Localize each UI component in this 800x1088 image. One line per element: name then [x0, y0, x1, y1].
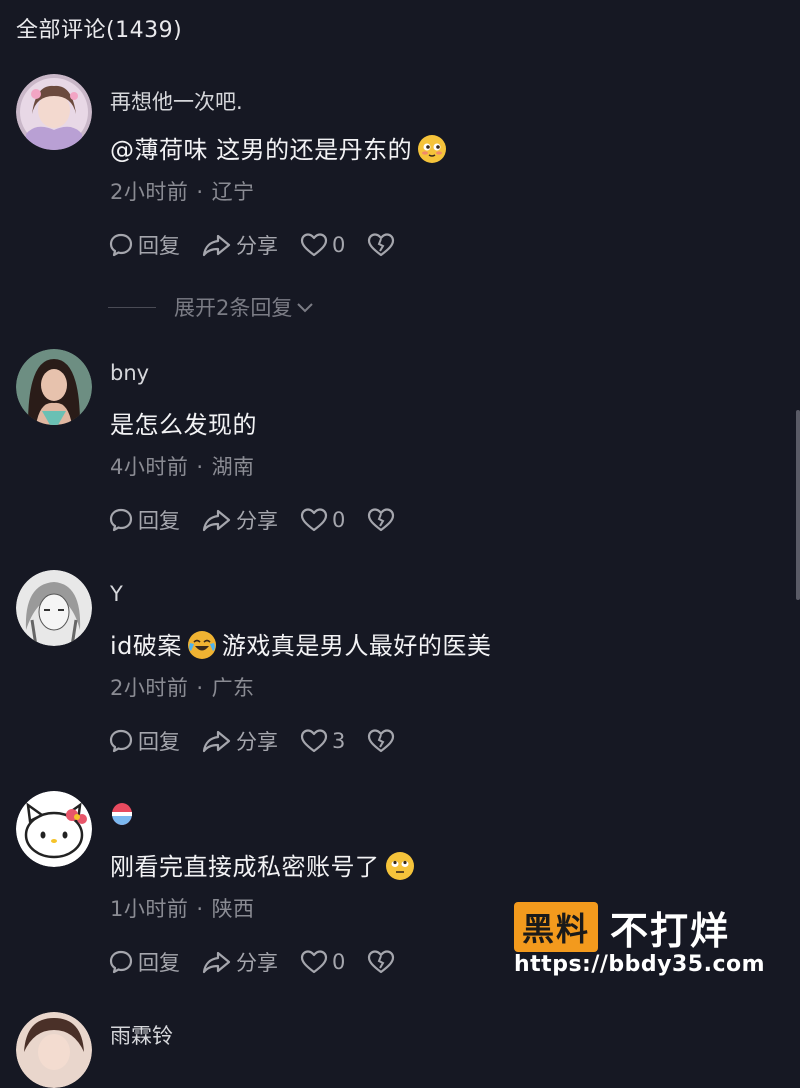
dislike-button[interactable]	[367, 949, 395, 975]
share-icon	[202, 730, 231, 753]
watermark: 黑料 不打烊 https://bbdy35.com	[510, 898, 770, 990]
laugh-cry-emoji	[187, 631, 216, 659]
meta-separator: ·	[196, 676, 204, 700]
pill-emoji	[112, 803, 132, 825]
username[interactable]: 雨霖铃	[110, 1020, 173, 1050]
username[interactable]: 再想他一次吧.	[110, 86, 243, 116]
username[interactable]: Y	[110, 582, 123, 606]
heart-icon	[300, 950, 328, 974]
comment-time: 4小时前	[110, 455, 189, 479]
share-label: 分享	[236, 730, 278, 754]
share-icon	[202, 951, 231, 974]
comment-actions: 回复 分享 0	[108, 504, 417, 536]
like-count: 0	[332, 233, 346, 257]
share-label: 分享	[236, 509, 278, 533]
broken-heart-icon	[368, 950, 395, 974]
like-button[interactable]: 0	[300, 949, 345, 975]
comment-text-body: id破案	[110, 632, 182, 660]
comment-location: 湖南	[211, 455, 255, 479]
comment-location: 陕西	[211, 897, 255, 921]
comment-actions: 回复 分享 3	[108, 725, 417, 757]
avatar[interactable]	[16, 349, 92, 425]
broken-heart-icon	[368, 729, 395, 753]
reply-icon	[109, 950, 133, 974]
meta-separator: ·	[196, 180, 204, 204]
comment-text: 刚看完直接成私密账号了	[110, 847, 420, 882]
comment-location: 广东	[211, 676, 255, 700]
comment-time: 2小时前	[110, 180, 189, 204]
avatar[interactable]	[16, 1012, 92, 1088]
comment-text: 是怎么发现的	[110, 405, 257, 440]
reply-button[interactable]: 回复	[108, 947, 180, 977]
shy-face-emoji	[418, 135, 447, 163]
username[interactable]	[110, 801, 134, 832]
reply-button[interactable]: 回复	[108, 230, 180, 260]
expand-replies-button[interactable]: 展开2条回复	[108, 292, 316, 322]
comments-count: (1439)	[106, 18, 183, 43]
share-icon	[202, 234, 231, 257]
share-icon	[202, 509, 231, 532]
comment-text: @薄荷味 这男的还是丹东的	[110, 130, 452, 165]
like-button[interactable]: 3	[300, 728, 345, 754]
watermark-badge: 黑料	[514, 902, 599, 952]
heart-icon	[300, 233, 328, 257]
chevron-down-icon	[297, 303, 314, 313]
share-button[interactable]: 分享	[202, 230, 278, 260]
expand-divider-line	[108, 306, 156, 308]
avatar[interactable]	[16, 74, 92, 150]
comment-actions: 回复 分享 0	[108, 229, 417, 261]
comment-meta: 1小时前 · 陕西	[110, 893, 255, 923]
dislike-button[interactable]	[367, 728, 395, 754]
share-label: 分享	[236, 951, 278, 975]
share-button[interactable]: 分享	[202, 726, 278, 756]
comments-title: 全部评论	[16, 18, 107, 43]
comment-text: id破案 游戏真是男人最好的医美	[110, 626, 491, 661]
reply-label: 回复	[138, 730, 180, 754]
reply-label: 回复	[138, 509, 180, 533]
watermark-text: 不打烊	[610, 909, 731, 953]
broken-heart-icon	[368, 508, 395, 532]
share-button[interactable]: 分享	[202, 947, 278, 977]
heart-icon	[300, 729, 328, 753]
reply-label: 回复	[138, 951, 180, 975]
comment-text-body: 刚看完直接成私密账号了	[110, 853, 380, 881]
reply-icon	[109, 508, 133, 532]
like-count: 0	[332, 950, 346, 974]
reply-button[interactable]: 回复	[108, 505, 180, 535]
avatar[interactable]	[16, 570, 92, 646]
like-count: 3	[332, 729, 346, 753]
heart-icon	[300, 508, 328, 532]
eye-roll-emoji	[385, 852, 414, 880]
reply-label: 回复	[138, 234, 180, 258]
comment-meta: 2小时前 · 辽宁	[110, 176, 255, 206]
dislike-button[interactable]	[367, 232, 395, 258]
meta-separator: ·	[196, 897, 204, 921]
reply-icon	[109, 729, 133, 753]
dislike-button[interactable]	[367, 507, 395, 533]
username[interactable]: bny	[110, 361, 149, 385]
comment-meta: 2小时前 · 广东	[110, 672, 255, 702]
comment-location: 辽宁	[211, 180, 255, 204]
comment-meta: 4小时前 · 湖南	[110, 451, 255, 481]
meta-separator: ·	[196, 455, 204, 479]
like-button[interactable]: 0	[300, 232, 345, 258]
comment-time: 2小时前	[110, 676, 189, 700]
share-button[interactable]: 分享	[202, 505, 278, 535]
share-label: 分享	[236, 234, 278, 258]
reply-button[interactable]: 回复	[108, 726, 180, 756]
comment-text-body: 是怎么发现的	[110, 411, 257, 439]
expand-label: 展开2条回复	[174, 296, 293, 320]
comment-text-suffix: 游戏真是男人最好的医美	[221, 632, 492, 660]
like-button[interactable]: 0	[300, 507, 345, 533]
scrollbar[interactable]	[796, 410, 800, 600]
comment-actions: 回复 分享 0	[108, 946, 417, 978]
like-count: 0	[332, 508, 346, 532]
watermark-url: https://bbdy35.com	[514, 952, 766, 977]
reply-icon	[109, 233, 133, 257]
comment-text-body: @薄荷味 这男的还是丹东的	[110, 136, 413, 164]
comment-time: 1小时前	[110, 897, 189, 921]
avatar[interactable]	[16, 791, 92, 867]
broken-heart-icon	[368, 233, 395, 257]
comments-header: 全部评论(1439)	[16, 12, 182, 44]
